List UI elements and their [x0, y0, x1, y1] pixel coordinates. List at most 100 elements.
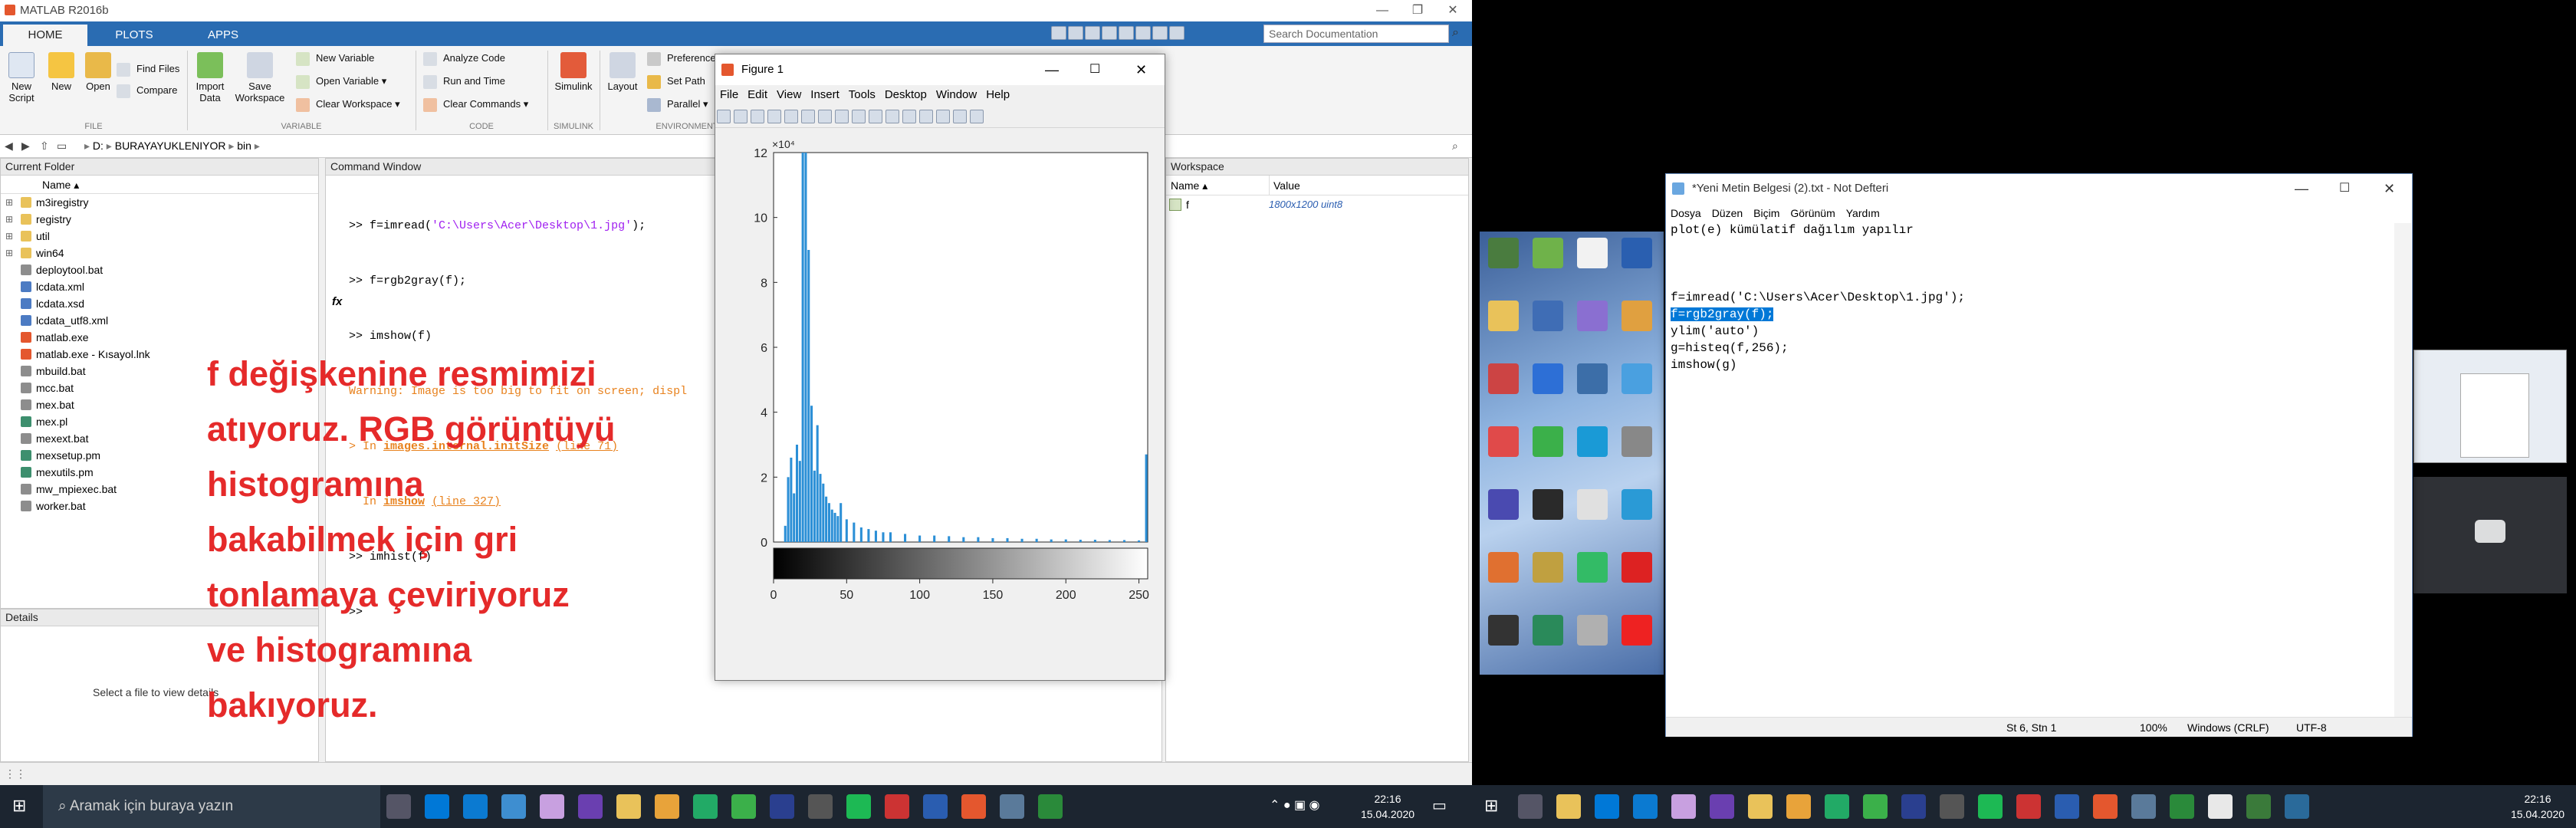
taskbar-app-icon[interactable] [2093, 794, 2118, 819]
new-script-button[interactable]: New Script [3, 52, 40, 104]
taskbar-app-icon[interactable] [731, 794, 756, 819]
open-file-icon[interactable] [734, 110, 748, 123]
import-data-button[interactable]: Import Data [190, 52, 230, 104]
clock[interactable]: 22:16 15.04.2020 [1357, 791, 1418, 822]
zoom-out-icon[interactable] [818, 110, 832, 123]
taskbar-app-icon[interactable] [2055, 794, 2079, 819]
folder-list-item[interactable]: lcdata.xsd [1, 295, 318, 312]
desktop-shortcut-icon[interactable] [1573, 552, 1612, 584]
clear-workspace-button[interactable]: Clear Workspace ▾ [296, 97, 400, 113]
undo-icon[interactable] [1119, 26, 1134, 40]
up-folder-icon[interactable]: ⇧ [40, 135, 49, 156]
taskbar-app-icon[interactable] [578, 794, 603, 819]
tab-home[interactable]: HOME [3, 25, 87, 46]
help-icon[interactable] [1169, 26, 1184, 40]
taskbar-app-icon[interactable] [923, 794, 948, 819]
taskbar-app-icon[interactable] [1748, 794, 1773, 819]
taskbar-app-icon[interactable] [1978, 794, 2003, 819]
forward-icon[interactable]: ▶ [21, 135, 30, 156]
windows-start-icon[interactable]: ⊞ [12, 796, 26, 816]
desktop-shortcut-icon[interactable] [1573, 363, 1612, 396]
menu-duzen[interactable]: Düzen [1712, 207, 1743, 219]
desktop-shortcut-icon[interactable] [1573, 238, 1612, 270]
taskbar-app-icon[interactable] [501, 794, 526, 819]
run-and-time-button[interactable]: Run and Time [423, 74, 505, 90]
folder-list-item[interactable]: ⊞ util [1, 228, 318, 245]
workspace-row[interactable]: f 1800x1200 uint8 [1166, 196, 1468, 214]
open-button[interactable]: Open [80, 52, 117, 92]
expand-icon[interactable]: ⊞ [5, 245, 13, 261]
taskbar-app-icon[interactable] [655, 794, 679, 819]
minimize-icon[interactable]: — [1045, 54, 1059, 85]
desktop-shortcut-icon[interactable] [1573, 426, 1612, 458]
desktop-shortcut-icon[interactable] [1618, 489, 1656, 521]
taskbar-app-icon[interactable] [425, 794, 449, 819]
notepad-text-area[interactable]: plot(e) kümülatif dağılım yapılır f=imrea… [1671, 222, 2384, 373]
save-icon[interactable] [751, 110, 764, 123]
taskbar-app-icon[interactable] [1556, 794, 1581, 819]
taskbar-app-icon[interactable] [616, 794, 641, 819]
tray-icons[interactable]: ⌃ ● ▣ ◉ [1270, 797, 1319, 813]
desktop-shortcut-icon[interactable] [1529, 238, 1567, 270]
copy-icon[interactable] [1085, 26, 1100, 40]
minimize-icon[interactable]: — [2295, 174, 2308, 203]
dock-icon[interactable] [970, 110, 984, 123]
menu-window[interactable]: Window [936, 88, 977, 101]
desktop-shortcut-icon[interactable] [1618, 615, 1656, 647]
link-icon[interactable] [902, 110, 916, 123]
taskbar-app-icon[interactable] [961, 794, 986, 819]
cut-icon[interactable] [1068, 26, 1083, 40]
window-thumbnail[interactable] [2413, 350, 2567, 463]
taskbar-app-icon[interactable] [1595, 794, 1619, 819]
tab-apps[interactable]: APPS [181, 25, 265, 46]
taskbar-app-icon[interactable] [1863, 794, 1888, 819]
folder-list-item[interactable]: matlab.exe [1, 329, 318, 346]
menu-gorunum[interactable]: Görünüm [1790, 207, 1835, 219]
taskbar-app-icon[interactable] [770, 794, 794, 819]
search-icon[interactable]: ⌕ [1452, 26, 1459, 40]
desktop-shortcut-icon[interactable] [1529, 489, 1567, 521]
redo-icon[interactable] [1135, 26, 1151, 40]
taskbar-app-icon[interactable] [2016, 794, 2041, 819]
taskbar-app-icon[interactable] [2285, 794, 2309, 819]
desktop-shortcut-icon[interactable] [1484, 238, 1523, 270]
set-path-button[interactable]: Set Path [647, 74, 705, 90]
desktop-shortcut-icon[interactable] [1529, 552, 1567, 584]
taskbar-search-input[interactable]: ⌕ Aramak için buraya yazın [43, 785, 380, 828]
taskbar-app-icon[interactable] [1518, 794, 1543, 819]
workspace-value-header[interactable]: Value [1273, 176, 1300, 196]
close-icon[interactable]: ✕ [1135, 54, 1147, 85]
discord-overlay[interactable] [2413, 477, 2567, 593]
taskbar-app-icon[interactable] [540, 794, 564, 819]
notepad-window[interactable]: *Yeni Metin Belgesi (2).txt - Not Defter… [1665, 173, 2413, 737]
expand-icon[interactable]: ⊞ [5, 228, 13, 245]
close-icon[interactable]: ✕ [1435, 0, 1470, 21]
taskbar-app-icon[interactable] [2170, 794, 2194, 819]
desktop-shortcut-icon[interactable] [1529, 615, 1567, 647]
save-workspace-button[interactable]: Save Workspace [233, 52, 287, 104]
new-variable-button[interactable]: New Variable [296, 51, 374, 67]
legend-icon[interactable] [936, 110, 950, 123]
menu-edit[interactable]: Edit [748, 88, 767, 101]
taskbar-app-icon[interactable] [1825, 794, 1849, 819]
menu-view[interactable]: View [777, 88, 801, 101]
menu-bicim[interactable]: Biçim [1753, 207, 1779, 219]
menu-help[interactable]: Help [986, 88, 1010, 101]
breadcrumb-drive[interactable]: D: [93, 140, 104, 152]
taskbar-app-icon[interactable] [1000, 794, 1024, 819]
expand-icon[interactable]: ⊞ [5, 194, 13, 211]
analyze-code-button[interactable]: Analyze Code [423, 51, 505, 67]
taskbar-app-icon[interactable] [1786, 794, 1811, 819]
name-column-header[interactable]: Name ▴ [1, 176, 318, 194]
vertical-scrollbar[interactable] [2394, 223, 2411, 717]
print-icon[interactable] [767, 110, 781, 123]
taskbar-app-icon[interactable] [1710, 794, 1734, 819]
paste-icon[interactable] [1102, 26, 1117, 40]
colorbar-icon[interactable] [919, 110, 933, 123]
rotate-icon[interactable] [852, 110, 866, 123]
folder-list-item[interactable]: lcdata_utf8.xml [1, 312, 318, 329]
folder-list-item[interactable]: deploytool.bat [1, 261, 318, 278]
desktop-shortcut-icon[interactable] [1573, 301, 1612, 333]
desktop-shortcut-icon[interactable] [1618, 363, 1656, 396]
folder-list-item[interactable]: ⊞ m3iregistry [1, 194, 318, 211]
